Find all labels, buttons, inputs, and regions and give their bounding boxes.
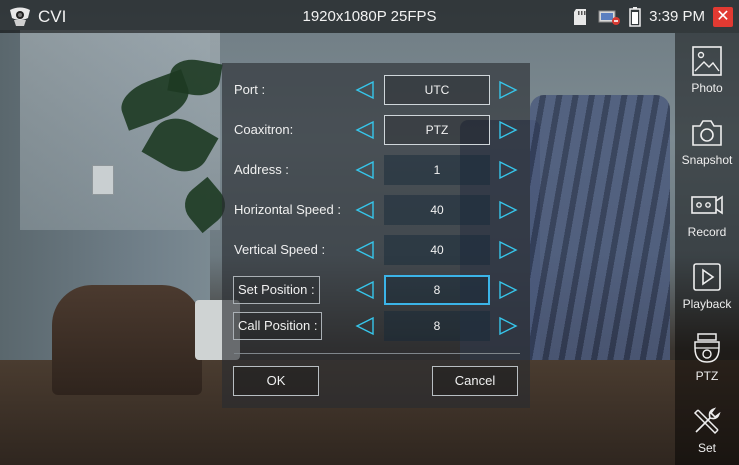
cancel-button[interactable]: Cancel <box>432 366 518 396</box>
setting-row-port: Port : UTC <box>222 73 530 107</box>
sd-card-icon <box>574 8 587 25</box>
setting-label: Port : <box>234 82 266 97</box>
tools-icon <box>693 406 721 434</box>
setting-row-address: Address : 1 <box>222 153 530 187</box>
sidebar-label: Snapshot <box>681 152 733 167</box>
arrow-left-icon[interactable] <box>355 120 375 140</box>
arrow-right-icon[interactable] <box>498 240 518 260</box>
set-position-button[interactable]: Set Position : <box>233 276 320 304</box>
sidebar-label: Set <box>697 440 716 455</box>
arrow-left-icon[interactable] <box>355 316 375 336</box>
sidebar-label: Photo <box>691 80 723 95</box>
setting-row-coaxitron: Coaxitron: PTZ <box>222 113 530 147</box>
camera-icon <box>692 119 722 146</box>
record-button[interactable]: Record <box>675 177 739 249</box>
close-icon: ✕ <box>716 7 730 25</box>
clock: 3:39 PM <box>649 8 705 25</box>
call-position-button[interactable]: Call Position : <box>233 312 323 340</box>
arrow-right-icon[interactable] <box>498 200 518 220</box>
arrow-right-icon[interactable] <box>498 120 518 140</box>
setting-label: Horizontal Speed : <box>234 202 341 217</box>
camera-scene-switch <box>92 165 114 195</box>
camera-scene-chair <box>52 285 202 395</box>
set-button[interactable]: Set <box>675 393 739 465</box>
ptz-dome-icon <box>694 332 720 363</box>
setting-value[interactable]: 40 <box>384 235 490 265</box>
battery-icon <box>629 6 641 27</box>
arrow-right-icon[interactable] <box>498 280 518 300</box>
sidebar-label: PTZ <box>695 368 719 383</box>
ptz-settings-dialog: Port : UTC Coaxitron: PTZ Address : 1 Ho… <box>222 63 530 408</box>
setting-value[interactable]: 8 <box>384 275 490 305</box>
ptz-button[interactable]: PTZ <box>675 321 739 393</box>
record-icon <box>691 195 723 214</box>
network-icon <box>598 10 621 25</box>
setting-label: Vertical Speed : <box>234 242 326 257</box>
setting-row-call-position: Call Position : 8 <box>222 309 530 343</box>
arrow-right-icon[interactable] <box>498 80 518 100</box>
arrow-left-icon[interactable] <box>355 200 375 220</box>
sidebar-label: Record <box>687 224 727 239</box>
sidebar-label: Playback <box>682 296 732 311</box>
close-button[interactable]: ✕ <box>713 6 733 27</box>
app-title: CVI <box>38 6 67 26</box>
arrow-right-icon[interactable] <box>498 160 518 180</box>
playback-button[interactable]: Playback <box>675 249 739 321</box>
setting-label: Address : <box>234 162 289 177</box>
photo-icon <box>692 45 722 76</box>
setting-value[interactable]: 40 <box>384 195 490 225</box>
snapshot-button[interactable]: Snapshot <box>675 105 739 177</box>
arrow-left-icon[interactable] <box>355 160 375 180</box>
dialog-divider <box>234 353 520 354</box>
arrow-left-icon[interactable] <box>355 80 375 100</box>
setting-row-horizontal-speed: Horizontal Speed : 40 <box>222 193 530 227</box>
setting-row-set-position: Set Position : 8 <box>222 273 530 307</box>
setting-value[interactable]: 1 <box>384 155 490 185</box>
arrow-right-icon[interactable] <box>498 316 518 336</box>
top-status-bar: CVI 1920x1080P 25FPS 3:39 PM ✕ <box>0 0 739 33</box>
setting-value[interactable]: PTZ <box>384 115 490 145</box>
ok-button[interactable]: OK <box>233 366 319 396</box>
arrow-left-icon[interactable] <box>355 280 375 300</box>
setting-value[interactable]: 8 <box>384 311 490 341</box>
setting-row-vertical-speed: Vertical Speed : 40 <box>222 233 530 267</box>
photo-button[interactable]: Photo <box>675 33 739 105</box>
right-toolbar: Photo Snapshot Record Playback PTZ Set <box>675 33 739 465</box>
playback-icon <box>693 262 721 291</box>
arrow-left-icon[interactable] <box>355 240 375 260</box>
cvi-camera-logo-icon <box>8 6 32 28</box>
setting-value[interactable]: UTC <box>384 75 490 105</box>
status-icons: 3:39 PM ✕ <box>573 0 733 33</box>
setting-label: Coaxitron: <box>234 122 294 137</box>
